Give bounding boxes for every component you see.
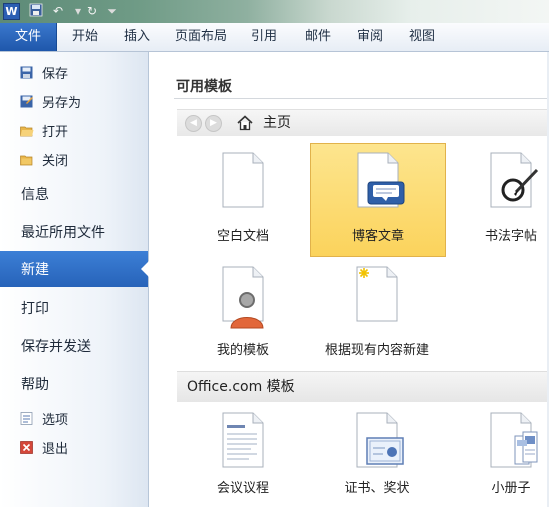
template-blog-post[interactable]: 博客文章	[310, 143, 446, 257]
template-label: 空白文档	[216, 229, 269, 244]
nav-save[interactable]: 保存	[0, 58, 148, 86]
template-label: 我的模板	[216, 343, 269, 358]
available-templates-title: 可用模板	[176, 79, 232, 95]
ribbon-tab-bar: 文件 开始 插入 页面布局 引用 邮件 审阅 视图	[0, 23, 549, 52]
certificate-icon	[356, 412, 404, 468]
tab-home[interactable]: 开始	[60, 23, 110, 51]
blog-post-icon	[357, 152, 405, 208]
nav-recent[interactable]: 最近所用文件	[0, 214, 148, 250]
forward-arrow-icon[interactable]: ▶	[205, 115, 222, 132]
title-bar: W ↶ ▾ ↻ ⏷	[0, 0, 549, 23]
nav-options-label: 选项	[42, 412, 69, 428]
redo-icon[interactable]: ↻	[84, 3, 100, 19]
back-arrow-icon[interactable]: ◀	[185, 115, 202, 132]
save-icon	[20, 66, 33, 79]
tab-mailings[interactable]: 邮件	[298, 23, 338, 51]
nav-open[interactable]: 打开	[0, 116, 148, 144]
nav-help[interactable]: 帮助	[0, 366, 148, 402]
template-label: 根据现有内容新建	[324, 343, 429, 358]
template-my-templates[interactable]: 我的模板	[176, 258, 310, 370]
agenda-icon	[222, 412, 264, 468]
nav-new-label: 新建	[21, 262, 49, 278]
home-icon[interactable]	[237, 115, 253, 131]
section-divider	[174, 98, 549, 99]
template-blank-document[interactable]: 空白文档	[176, 144, 310, 256]
nav-close-label: 关闭	[42, 153, 69, 169]
calligraphy-icon	[490, 152, 539, 208]
template-agenda[interactable]: 会议议程	[176, 404, 310, 508]
nav-help-label: 帮助	[21, 377, 49, 393]
nav-print[interactable]: 打印	[0, 290, 148, 326]
nav-info-label: 信息	[21, 187, 49, 203]
nav-save-as[interactable]: 另存为	[0, 87, 148, 115]
nav-print-label: 打印	[21, 301, 49, 317]
customize-icon[interactable]: ⏷	[104, 3, 120, 19]
open-folder-icon	[20, 126, 34, 137]
template-new-from-existing[interactable]: 根据现有内容新建	[310, 258, 444, 370]
nav-info[interactable]: 信息	[0, 176, 148, 212]
undo-icon[interactable]: ↶	[50, 3, 66, 19]
word-app-icon[interactable]: W	[3, 3, 20, 20]
nav-save-as-label: 另存为	[42, 95, 82, 111]
tab-review[interactable]: 审阅	[350, 23, 390, 51]
nav-save-and-send-label: 保存并发送	[21, 339, 91, 355]
nav-save-label: 保存	[42, 66, 69, 82]
nav-open-label: 打开	[42, 124, 69, 140]
exit-icon	[20, 441, 33, 454]
blank-document-icon	[222, 152, 264, 208]
template-label: 书法字帖	[484, 229, 537, 244]
office-templates-title: Office.com 模板	[187, 379, 295, 395]
tab-page-layout[interactable]: 页面布局	[168, 23, 234, 51]
new-document-panel: 可用模板 ◀ ▶ 主页 空白文档 博客文章 书法字帖 我的模板 根据现有内容新建…	[149, 52, 549, 507]
options-icon	[20, 412, 33, 425]
nav-exit-label: 退出	[42, 441, 69, 457]
nav-close[interactable]: 关闭	[0, 145, 148, 173]
template-certificate[interactable]: 证书、奖状	[310, 404, 444, 508]
save-as-icon	[20, 95, 33, 108]
template-label: 小册子	[491, 481, 531, 496]
office-templates-header: Office.com 模板	[177, 371, 549, 402]
nav-exit[interactable]: 退出	[0, 433, 148, 461]
close-folder-icon	[20, 155, 33, 166]
backstage-nav: 保存 另存为 打开 关闭 信息 最近所用文件 新建 打印 保存并发送 帮助 选项…	[0, 52, 149, 507]
tab-view[interactable]: 视图	[402, 23, 442, 51]
save-icon[interactable]	[28, 3, 44, 19]
template-calligraphy[interactable]: 书法字帖	[444, 144, 549, 256]
tab-file[interactable]: 文件	[0, 23, 57, 51]
template-label: 证书、奖状	[344, 481, 410, 496]
brochure-icon	[490, 412, 538, 468]
template-brochure[interactable]: 小册子	[444, 404, 549, 508]
nav-new[interactable]: 新建	[0, 251, 149, 287]
my-templates-icon	[222, 266, 264, 329]
tab-references[interactable]: 引用	[244, 23, 284, 51]
template-label: 会议议程	[216, 481, 269, 496]
nav-recent-label: 最近所用文件	[21, 225, 105, 241]
nav-save-and-send[interactable]: 保存并发送	[0, 328, 148, 364]
new-from-existing-icon	[356, 266, 398, 322]
nav-home-label: 主页	[263, 115, 291, 131]
tab-insert[interactable]: 插入	[115, 23, 159, 51]
nav-options[interactable]: 选项	[0, 404, 148, 432]
template-label: 博客文章	[351, 229, 404, 244]
template-nav-bar: ◀ ▶ 主页	[177, 109, 549, 136]
